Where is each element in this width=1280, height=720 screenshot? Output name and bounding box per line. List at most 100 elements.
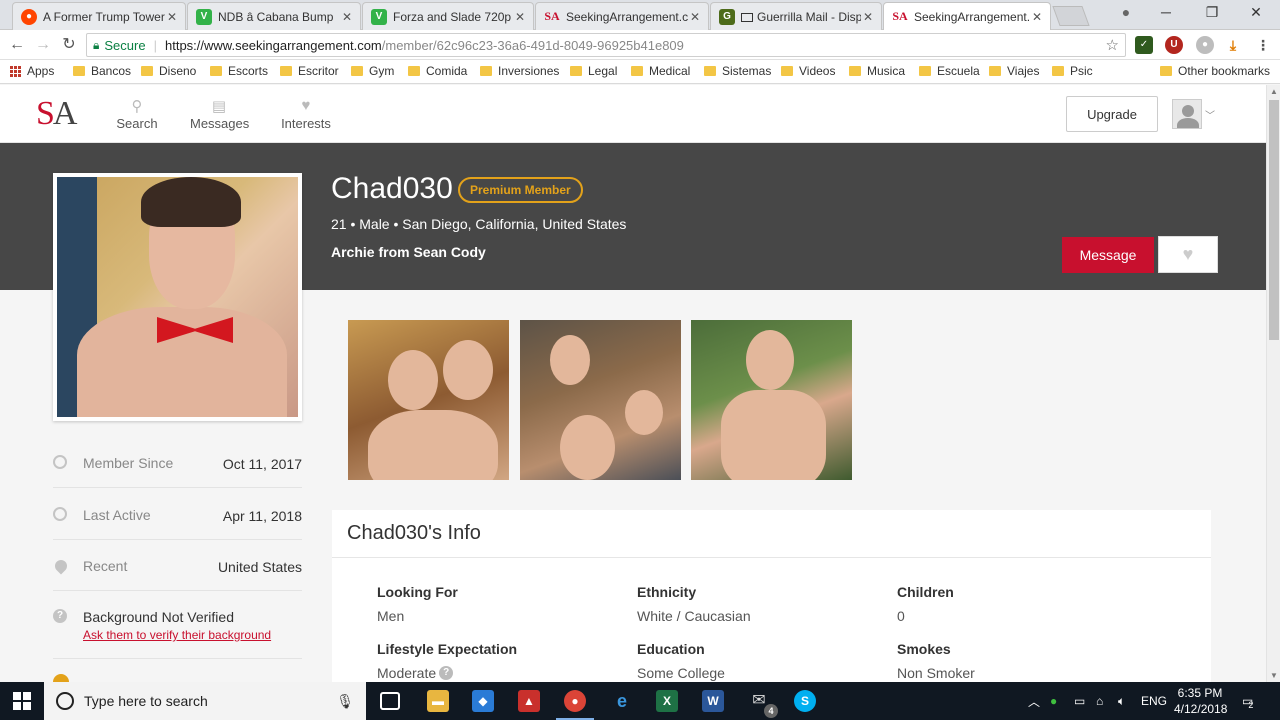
windows-start-icon[interactable] <box>13 692 31 710</box>
upgrade-button[interactable]: Upgrade <box>1066 96 1158 132</box>
action-center-icon[interactable]: ▭ 2 <box>1242 682 1253 720</box>
info-value: Some College <box>637 665 725 681</box>
forward-button[interactable]: → <box>32 35 54 55</box>
bookmark-folder[interactable]: Comida <box>408 64 467 78</box>
url-host: https://www.seekingarrangement.com <box>164 37 382 53</box>
bookmark-folder[interactable]: Escorts <box>210 64 268 78</box>
browser-tab-5[interactable]: G Guerrilla Mail - Disp ✕ <box>710 2 882 30</box>
bookmark-folder[interactable]: Medical <box>631 64 690 78</box>
new-tab-button[interactable] <box>1052 6 1090 26</box>
favorite-button[interactable]: ♥ <box>1158 236 1218 273</box>
bookmark-folder[interactable]: Diseno <box>141 64 196 78</box>
bookmark-label: Legal <box>588 64 618 78</box>
address-bar[interactable]: 🔒︎ Secure | https://www.seekingarrangeme… <box>86 33 1126 57</box>
mail-app-icon[interactable]: ✉ 4 <box>748 690 778 718</box>
close-tab-icon[interactable]: ✕ <box>1030 10 1044 24</box>
system-clock[interactable]: 6:35 PM 4/12/2018 <box>1174 685 1227 717</box>
verify-background-link[interactable]: Ask them to verify their background <box>83 628 271 642</box>
paint-app-icon[interactable]: ◆ <box>472 690 494 712</box>
bookmark-folder[interactable]: Legal <box>570 64 617 78</box>
tab-title: NDB â Cabana Bump <box>218 9 334 24</box>
logo-s: S <box>36 95 55 132</box>
security-tray-icon[interactable]: ● <box>1050 682 1057 720</box>
nav-messages[interactable]: ▤ Messages <box>190 97 249 131</box>
minimize-button[interactable]: ─ <box>1146 4 1186 20</box>
bookmark-folder[interactable]: Musica <box>849 64 905 78</box>
info-ethnicity: Ethnicity White / Caucasian <box>637 584 751 624</box>
url-path: /member/62c96c23-36a6-491d-8049-96925b41… <box>381 37 684 53</box>
edge-icon[interactable]: e <box>611 690 633 712</box>
language-indicator[interactable]: ENG <box>1141 682 1167 720</box>
clock-icon <box>53 455 67 469</box>
profile-icon[interactable]: ● <box>1106 4 1146 20</box>
bookmark-folder[interactable]: Escritor <box>280 64 339 78</box>
other-bookmarks[interactable]: Other bookmarks <box>1160 64 1270 78</box>
file-explorer-icon[interactable]: ▬ <box>427 690 449 712</box>
bookmark-folder[interactable]: Bancos <box>73 64 131 78</box>
page-scrollbar[interactable]: ▲ ▼ <box>1266 85 1280 682</box>
power-tray-icon[interactable]: ▭ <box>1074 682 1085 720</box>
message-button[interactable]: Message <box>1062 237 1154 273</box>
browser-tab-3[interactable]: V Forza and Slade 720p ✕ <box>362 2 534 30</box>
bookmark-folder[interactable]: Videos <box>781 64 835 78</box>
clock-time: 6:35 PM <box>1177 686 1223 700</box>
extension-icon-2[interactable]: U <box>1165 36 1183 54</box>
download-icon[interactable]: ⤓ <box>1224 36 1242 54</box>
scrollbar-thumb[interactable] <box>1269 100 1279 340</box>
site-logo[interactable]: SA <box>36 95 77 133</box>
bookmark-folder[interactable]: Gym <box>351 64 394 78</box>
microphone-icon[interactable]: 🎙︎ <box>336 693 354 710</box>
bookmark-star-icon[interactable]: ☆ <box>1106 36 1119 54</box>
close-tab-icon[interactable]: ✕ <box>688 10 702 24</box>
notification-count: 2 <box>1248 700 1254 710</box>
scroll-down-icon[interactable]: ▼ <box>1270 671 1278 680</box>
gallery-photo-3[interactable] <box>691 320 852 480</box>
task-view-icon[interactable] <box>380 692 400 710</box>
photo-figure <box>550 335 590 385</box>
bookmark-folder[interactable]: Inversiones <box>480 64 559 78</box>
volume-icon[interactable]: 🔈︎ <box>1118 682 1125 720</box>
skype-icon[interactable]: S <box>794 690 816 712</box>
photo-app-icon[interactable]: ▲ <box>518 690 540 712</box>
taskbar-search[interactable]: Type here to search 🎙︎ <box>44 682 366 720</box>
word-icon[interactable]: W <box>702 690 724 712</box>
browser-tab-1[interactable]: ● A Former Trump Tower ✕ <box>12 2 186 30</box>
help-icon[interactable]: ? <box>439 666 454 680</box>
user-avatar[interactable] <box>1172 99 1202 129</box>
chevron-down-icon[interactable]: ﹀ <box>1205 107 1215 122</box>
gallery-photo-2[interactable] <box>520 320 681 480</box>
browser-tab-6-active[interactable]: SA SeekingArrangement.co ✕ <box>883 2 1051 30</box>
network-icon[interactable]: ⌂ <box>1096 682 1103 720</box>
close-tab-icon[interactable]: ✕ <box>513 10 527 24</box>
extension-icon-1[interactable]: ✓ <box>1135 36 1153 54</box>
folder-icon <box>849 66 861 76</box>
bookmark-folder[interactable]: Sistemas <box>704 64 771 78</box>
info-key: Children <box>897 584 954 600</box>
close-tab-icon[interactable]: ✕ <box>861 10 875 24</box>
maximize-button[interactable]: ❐ <box>1192 4 1232 21</box>
bookmark-folder[interactable]: Psic <box>1052 64 1093 78</box>
gallery-photo-1[interactable] <box>348 320 509 480</box>
bookmark-folder[interactable]: Viajes <box>989 64 1039 78</box>
profile-photo[interactable] <box>53 173 302 421</box>
bookmarks-bar: Apps Bancos Diseno Escorts Escritor Gym … <box>0 60 1280 84</box>
scroll-up-icon[interactable]: ▲ <box>1270 87 1278 96</box>
reload-button[interactable]: ↻ <box>58 35 80 55</box>
nav-interests[interactable]: ♥ Interests <box>280 97 332 131</box>
close-tab-icon[interactable]: ✕ <box>165 10 179 24</box>
bookmark-apps[interactable]: Apps <box>10 64 54 78</box>
browser-tab-2[interactable]: V NDB â Cabana Bump ✕ <box>187 2 361 30</box>
back-button[interactable]: ← <box>6 35 28 55</box>
lock-icon: 🔒︎ <box>93 37 100 52</box>
close-window-button[interactable]: ✕ <box>1236 4 1276 21</box>
excel-icon[interactable]: X <box>656 690 678 712</box>
close-tab-icon[interactable]: ✕ <box>340 10 354 24</box>
chrome-icon[interactable]: ● <box>556 690 594 720</box>
nav-search[interactable]: ⚲ Search <box>116 97 158 131</box>
menu-kebab-icon[interactable]: ⋮ <box>1254 36 1272 54</box>
show-hidden-icons[interactable]: ︿ <box>1028 682 1040 720</box>
extension-icon-3[interactable]: ● <box>1196 36 1214 54</box>
browser-tab-4[interactable]: SA SeekingArrangement.co ✕ <box>535 2 709 30</box>
folder-icon <box>351 66 363 76</box>
bookmark-folder[interactable]: Escuela <box>919 64 980 78</box>
